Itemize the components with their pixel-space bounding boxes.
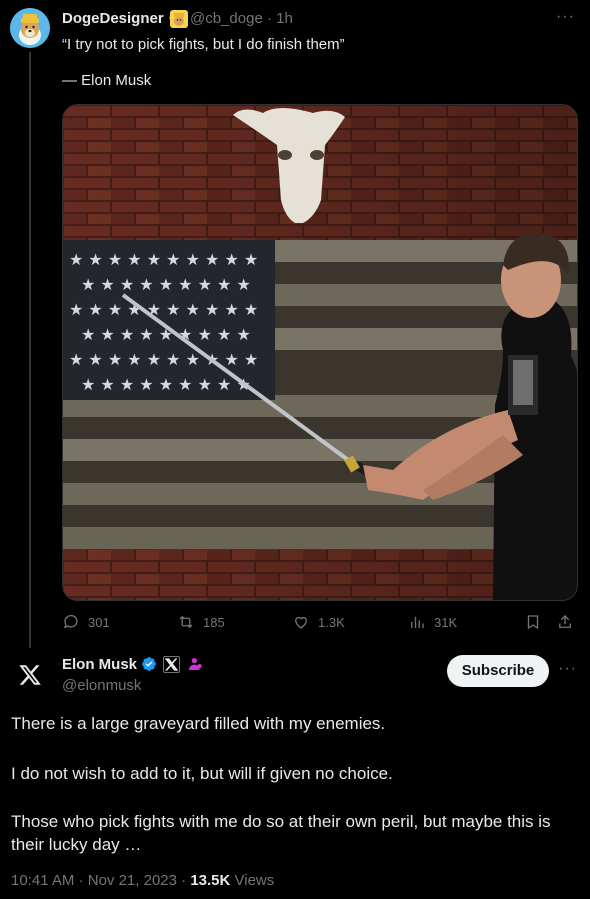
- quoted-handle-time: @cb_doge · 1h: [190, 10, 293, 27]
- views-count: 13.5K: [190, 872, 231, 889]
- views-action[interactable]: 31K: [408, 611, 457, 633]
- like-action[interactable]: 1.3K: [292, 611, 345, 633]
- tweet-paragraph: Those who pick fights with me do so at t…: [11, 812, 551, 854]
- repost-count: 185: [203, 614, 225, 630]
- repost-icon: [179, 615, 193, 629]
- views-count: 31K: [434, 614, 458, 630]
- svg-text:★ ★ ★ ★ ★ ★ ★ ★ ★ ★: ★ ★ ★ ★ ★ ★ ★ ★ ★ ★: [69, 350, 258, 369]
- svg-text:★ ★ ★ ★ ★ ★ ★ ★ ★: ★ ★ ★ ★ ★ ★ ★ ★ ★: [81, 275, 251, 294]
- author-name[interactable]: DogeDesigner: [62, 10, 164, 27]
- thread-line: [29, 52, 31, 648]
- person-affiliate-icon[interactable]: [187, 656, 203, 672]
- tweet-paragraph: There is a large graveyard filled with m…: [11, 714, 386, 733]
- bookmark-icon: [527, 615, 539, 630]
- doge-affiliate-icon[interactable]: [170, 10, 188, 28]
- like-icon: [295, 616, 307, 629]
- handle[interactable]: @cb_doge: [190, 10, 263, 27]
- reply-icon: [63, 614, 78, 629]
- tweet-paragraph: I do not wish to add to it, but will if …: [11, 764, 393, 783]
- main-author-name[interactable]: Elon Musk: [62, 656, 203, 673]
- author-name[interactable]: Elon Musk: [62, 656, 137, 673]
- views-label: Views: [234, 872, 275, 889]
- photo-illustration: ★ ★ ★ ★ ★ ★ ★ ★ ★ ★ ★ ★ ★ ★ ★ ★ ★ ★ ★ ★ …: [63, 105, 577, 600]
- timestamp[interactable]: 1h: [276, 10, 293, 27]
- x-affiliate-badge-icon[interactable]: [163, 656, 181, 673]
- quoted-author-name[interactable]: DogeDesigner: [62, 10, 184, 27]
- separator: ·: [78, 872, 84, 889]
- handle[interactable]: @elonmusk: [62, 677, 141, 694]
- svg-text:★ ★ ★ ★ ★ ★ ★ ★ ★ ★: ★ ★ ★ ★ ★ ★ ★ ★ ★ ★: [69, 300, 258, 319]
- subscribe-button[interactable]: Subscribe: [447, 655, 549, 687]
- tweet-photo[interactable]: ★ ★ ★ ★ ★ ★ ★ ★ ★ ★ ★ ★ ★ ★ ★ ★ ★ ★ ★ ★ …: [62, 104, 578, 601]
- x-logo-icon[interactable]: [18, 663, 42, 687]
- svg-text:★ ★ ★ ★ ★ ★ ★ ★ ★: ★ ★ ★ ★ ★ ★ ★ ★ ★: [81, 375, 251, 394]
- tweet-text: “I try not to pick fights, but I do fini…: [62, 36, 345, 53]
- share-icon: [559, 615, 571, 628]
- svg-text:★ ★ ★ ★ ★ ★ ★ ★ ★ ★: ★ ★ ★ ★ ★ ★ ★ ★ ★ ★: [69, 250, 258, 269]
- like-count: 1.3K: [318, 614, 345, 630]
- share-action[interactable]: [556, 611, 574, 633]
- tweet-time[interactable]: 10:41 AM: [11, 872, 74, 889]
- author-avatar[interactable]: [10, 8, 50, 48]
- separator: ·: [266, 10, 272, 27]
- reply-action[interactable]: 301: [62, 611, 110, 633]
- tweet-metadata: 10:41 AM · Nov 21, 2023 · 13.5K Views: [11, 872, 274, 889]
- tweet-date[interactable]: Nov 21, 2023: [88, 872, 177, 889]
- separator: ·: [181, 872, 187, 889]
- repost-action[interactable]: 185: [177, 611, 225, 633]
- tweet-attribution: — Elon Musk: [62, 72, 152, 89]
- views-icon: [411, 616, 424, 628]
- doge-avatar-icon: [10, 8, 50, 48]
- reply-count: 301: [88, 614, 110, 630]
- more-icon[interactable]: ···: [556, 8, 575, 26]
- bookmark-action[interactable]: [524, 611, 542, 633]
- more-icon[interactable]: ···: [558, 660, 577, 678]
- verified-badge-icon: [142, 657, 157, 671]
